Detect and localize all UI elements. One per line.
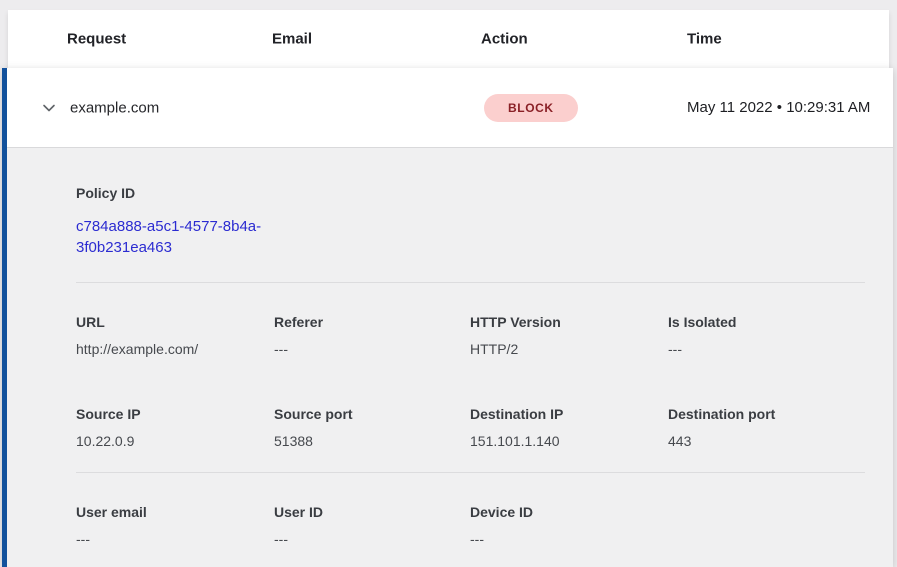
field-label: Destination IP xyxy=(470,405,668,423)
field-label: User email xyxy=(76,503,274,521)
field-value: 10.22.0.9 xyxy=(76,433,274,450)
field-value: --- xyxy=(668,341,865,358)
detail-field-referer: Referer --- xyxy=(274,313,470,358)
policy-id-link[interactable]: c784a888-a5c1-4577-8b4a- 3f0b231ea463 xyxy=(76,216,261,258)
field-label: Source IP xyxy=(76,405,274,423)
divider xyxy=(76,472,865,473)
table-header: Request Email Action Time xyxy=(8,10,889,68)
field-value: http://example.com/ xyxy=(76,341,274,358)
detail-field-source-port: Source port 51388 xyxy=(274,405,470,450)
gateway-activity-log-page: Request Email Action Time example.com BL… xyxy=(0,0,897,567)
policy-id-line1: c784a888-a5c1-4577-8b4a- xyxy=(76,218,261,235)
field-value: --- xyxy=(274,341,470,358)
action-status-badge: BLOCK xyxy=(484,94,578,122)
field-value: 151.101.1.140 xyxy=(470,433,668,450)
detail-row-network: Source IP 10.22.0.9 Source port 51388 De… xyxy=(76,405,865,450)
field-value: 443 xyxy=(668,433,865,450)
field-value: HTTP/2 xyxy=(470,341,668,358)
detail-field-user-email: User email --- xyxy=(76,503,274,548)
column-header-time: Time xyxy=(687,31,722,48)
detail-field-source-ip: Source IP 10.22.0.9 xyxy=(76,405,274,450)
field-value: --- xyxy=(470,531,668,548)
detail-field-destination-port: Destination port 443 xyxy=(668,405,865,450)
field-label: Referer xyxy=(274,313,470,331)
detail-field-http-version: HTTP Version HTTP/2 xyxy=(470,313,668,358)
detail-field-empty xyxy=(668,503,865,548)
detail-field-destination-ip: Destination IP 151.101.1.140 xyxy=(470,405,668,450)
field-label: Destination port xyxy=(668,405,865,423)
field-value: 51388 xyxy=(274,433,470,450)
field-label: Device ID xyxy=(470,503,668,521)
detail-row-http: URL http://example.com/ Referer --- HTTP… xyxy=(76,313,865,358)
field-label: HTTP Version xyxy=(470,313,668,331)
field-label: Is Isolated xyxy=(668,313,865,331)
column-header-email: Email xyxy=(272,31,312,48)
column-header-action: Action xyxy=(481,31,528,48)
detail-panel: Policy ID c784a888-a5c1-4577-8b4a- 3f0b23… xyxy=(7,148,893,548)
detail-field-is-isolated: Is Isolated --- xyxy=(668,313,865,358)
policy-id-line2: 3f0b231ea463 xyxy=(76,239,172,256)
chevron-down-icon xyxy=(41,100,57,116)
expanded-log-entry: example.com BLOCK May 11 2022 • 10:29:31… xyxy=(2,68,893,567)
field-value: --- xyxy=(76,531,274,548)
policy-id-section: Policy ID c784a888-a5c1-4577-8b4a- 3f0b23… xyxy=(76,184,865,258)
row-request-value: example.com xyxy=(70,99,159,116)
row-time-value: May 11 2022 • 10:29:31 AM xyxy=(687,96,877,120)
field-label: Source port xyxy=(274,405,470,423)
field-label: URL xyxy=(76,313,274,331)
column-header-request: Request xyxy=(67,31,126,48)
detail-row-user: User email --- User ID --- Device ID --- xyxy=(76,503,865,548)
policy-id-label: Policy ID xyxy=(76,184,865,202)
collapse-row-button[interactable] xyxy=(37,96,61,120)
field-label: User ID xyxy=(274,503,470,521)
detail-field-user-id: User ID --- xyxy=(274,503,470,548)
field-value: --- xyxy=(274,531,470,548)
table-row[interactable]: example.com BLOCK May 11 2022 • 10:29:31… xyxy=(7,68,893,148)
detail-field-url: URL http://example.com/ xyxy=(76,313,274,358)
divider xyxy=(76,282,865,283)
detail-field-device-id: Device ID --- xyxy=(470,503,668,548)
